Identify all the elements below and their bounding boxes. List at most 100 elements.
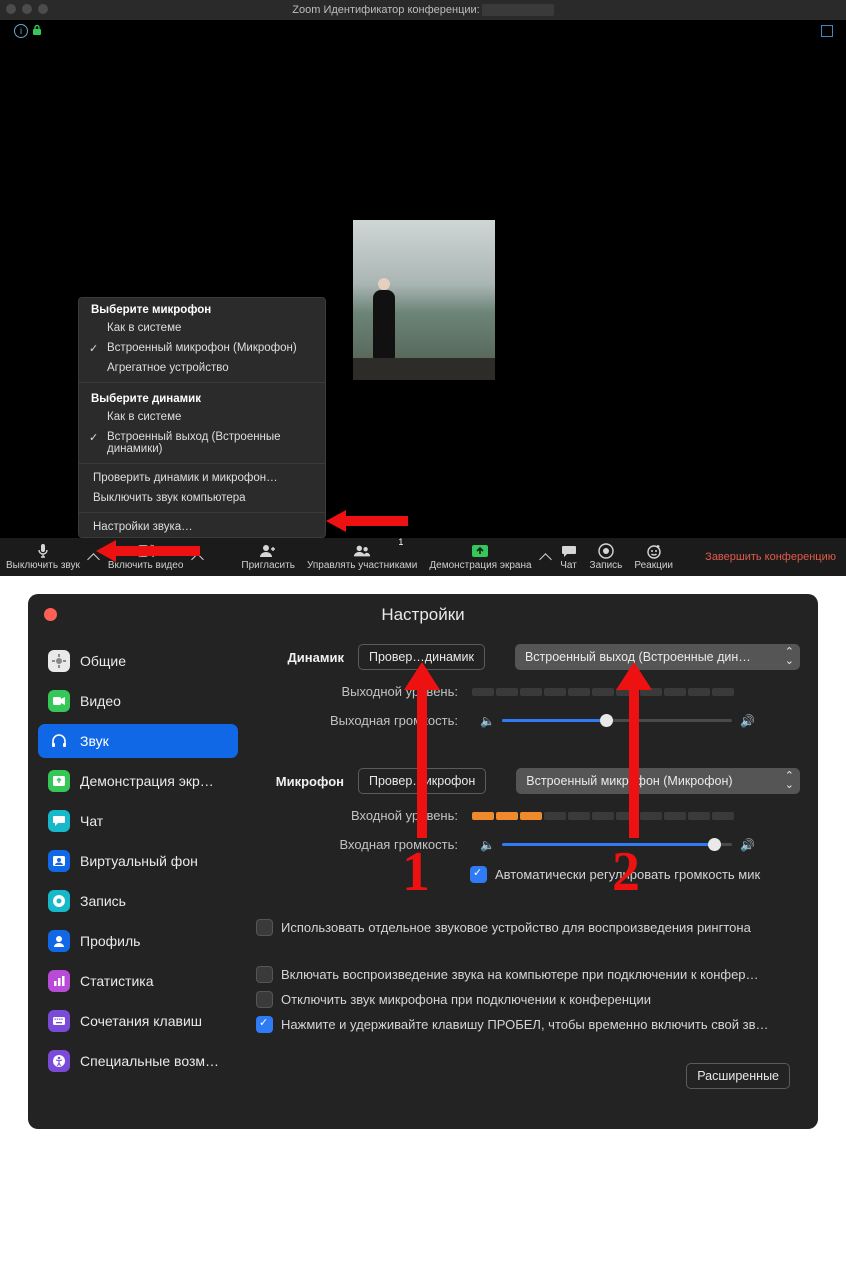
input-level-label: Входной уровень: xyxy=(248,808,472,823)
sidebar-item-vbg[interactable]: Виртуальный фон xyxy=(38,844,238,878)
input-volume-slider[interactable] xyxy=(502,843,732,846)
sidebar-item-stats[interactable]: Статистика xyxy=(38,964,238,998)
auto-adjust-checkbox[interactable] xyxy=(470,866,487,883)
settings-window: Настройки Общие Видео Звук Демонстрация … xyxy=(28,594,818,1129)
chevron-updown-icon: ⌃⌄ xyxy=(785,648,794,666)
window-title: Zoom Идентификатор конференции: xyxy=(292,4,479,16)
gear-icon xyxy=(48,650,70,672)
share-options-chevron[interactable] xyxy=(538,538,554,576)
chevron-up-icon xyxy=(539,553,552,566)
sidebar-item-share[interactable]: Демонстрация экр… xyxy=(38,764,238,798)
mic-option-system[interactable]: Как в системе xyxy=(79,318,325,338)
traffic-lights[interactable] xyxy=(6,4,48,14)
sidebar-label: Демонстрация экр… xyxy=(80,773,214,789)
push-to-talk-checkbox[interactable] xyxy=(256,1016,273,1033)
speaker-section-header: Выберите динамик xyxy=(79,387,325,407)
participants-count: 1 xyxy=(398,537,403,547)
mute-label: Выключить звук xyxy=(6,560,80,571)
invite-label: Пригласить xyxy=(241,560,295,571)
sidebar-item-profile[interactable]: Профиль xyxy=(38,924,238,958)
audio-options-chevron[interactable] xyxy=(86,538,102,576)
info-icon[interactable]: i xyxy=(14,24,28,38)
test-mic-button[interactable]: Провер…икрофон xyxy=(358,768,486,794)
mute-pc-audio-item[interactable]: Выключить звук компьютера xyxy=(79,488,325,508)
sidebar-label: Сочетания клавиш xyxy=(80,1013,202,1029)
mic-section-header: Выберите микрофон xyxy=(79,298,325,318)
input-volume-label: Входная громкость: xyxy=(248,837,472,852)
speaker-video-tile[interactable] xyxy=(353,220,495,380)
close-button[interactable] xyxy=(44,608,57,621)
output-level-meter xyxy=(472,688,734,696)
sidebar-label: Звук xyxy=(80,733,109,749)
share-screen-button[interactable]: Демонстрация экрана xyxy=(423,538,537,576)
video-options-chevron[interactable] xyxy=(189,538,205,576)
reactions-icon xyxy=(645,543,663,559)
participants-icon xyxy=(353,543,371,559)
sidebar-item-chat[interactable]: Чат xyxy=(38,804,238,838)
spk-option-builtin[interactable]: Встроенный выход (Встроенные динамики) xyxy=(79,427,325,459)
join-audio-label: Включать воспроизведение звука на компью… xyxy=(281,967,759,982)
sidebar-item-video[interactable]: Видео xyxy=(38,684,238,718)
test-speaker-button[interactable]: Провер…динамик xyxy=(358,644,485,670)
mic-option-builtin[interactable]: Встроенный микрофон (Микрофон) xyxy=(79,338,325,358)
sidebar-label: Статистика xyxy=(80,973,154,989)
leave-meeting-button[interactable]: Завершить конференцию xyxy=(705,551,846,563)
output-volume-label: Выходная громкость: xyxy=(248,713,472,728)
min-dot[interactable] xyxy=(22,4,32,14)
max-dot[interactable] xyxy=(38,4,48,14)
chevron-up-icon xyxy=(88,553,101,566)
headphones-icon xyxy=(48,730,70,752)
auto-adjust-label: Автоматически регулировать громкость мик xyxy=(495,867,760,882)
mic-device-select[interactable]: Встроенный микрофон (Микрофон) ⌃⌄ xyxy=(516,768,800,794)
video-off-icon xyxy=(137,543,155,559)
output-volume-slider[interactable] xyxy=(502,719,732,722)
sidebar-label: Запись xyxy=(80,893,126,909)
record-label: Запись xyxy=(590,560,623,571)
chat-button[interactable]: Чат xyxy=(554,538,584,576)
slider-thumb[interactable] xyxy=(708,838,721,851)
zoom-meeting-window: Zoom Идентификатор конференции: i Выбери… xyxy=(0,0,846,576)
chat-bubble-icon xyxy=(560,543,578,559)
advanced-button[interactable]: Расширенные xyxy=(686,1063,790,1089)
close-dot[interactable] xyxy=(6,4,16,14)
window-titlebar: Zoom Идентификатор конференции: xyxy=(0,0,846,20)
sidebar-label: Видео xyxy=(80,693,121,709)
share-screen-icon xyxy=(471,543,489,559)
foreground-rock xyxy=(353,358,495,380)
join-audio-checkbox[interactable] xyxy=(256,966,273,983)
invite-button[interactable]: Пригласить xyxy=(235,538,301,576)
mic-option-aggregate[interactable]: Агрегатное устройство xyxy=(79,358,325,378)
audio-settings-item[interactable]: Настройки звука… xyxy=(79,517,325,537)
sidebar-label: Чат xyxy=(80,813,103,829)
volume-low-icon: 🔈 xyxy=(480,714,494,728)
fullscreen-icon[interactable] xyxy=(820,24,834,38)
add-user-icon xyxy=(259,543,277,559)
mute-on-join-checkbox[interactable] xyxy=(256,991,273,1008)
speaker-device-value: Встроенный выход (Встроенные дин… xyxy=(525,650,751,664)
record-button[interactable]: Запись xyxy=(584,538,629,576)
sidebar-item-accessibility[interactable]: Специальные возм… xyxy=(38,1044,238,1078)
participants-button[interactable]: 1 Управлять участниками xyxy=(301,538,423,576)
input-level-meter xyxy=(472,812,734,820)
sidebar-label: Специальные возм… xyxy=(80,1053,219,1069)
sidebar-item-keys[interactable]: Сочетания клавиш xyxy=(38,1004,238,1038)
video-button[interactable]: Включить видео xyxy=(102,538,190,576)
sidebar-item-audio[interactable]: Звук xyxy=(38,724,238,758)
test-audio-item[interactable]: Проверить динамик и микрофон… xyxy=(79,468,325,488)
mute-button[interactable]: Выключить звук xyxy=(0,538,86,576)
settings-title: Настройки xyxy=(381,605,464,624)
spk-option-system[interactable]: Как в системе xyxy=(79,407,325,427)
keyboard-icon xyxy=(48,1010,70,1032)
microphone-icon xyxy=(34,543,52,559)
audio-settings-panel: Динамик Провер…динамик Встроенный выход … xyxy=(248,644,800,1089)
sidebar-item-general[interactable]: Общие xyxy=(38,644,238,678)
push-to-talk-label: Нажмите и удерживайте клавишу ПРОБЕЛ, чт… xyxy=(281,1017,769,1032)
slider-thumb[interactable] xyxy=(600,714,613,727)
ringtone-device-checkbox[interactable] xyxy=(256,919,273,936)
settings-sidebar: Общие Видео Звук Демонстрация экр… Чат В… xyxy=(38,644,238,1089)
reactions-button[interactable]: Реакции xyxy=(628,538,679,576)
sidebar-label: Общие xyxy=(80,653,126,669)
speaker-device-select[interactable]: Встроенный выход (Встроенные дин… ⌃⌄ xyxy=(515,644,800,670)
sidebar-item-record[interactable]: Запись xyxy=(38,884,238,918)
meeting-info-bar: i xyxy=(0,20,846,40)
